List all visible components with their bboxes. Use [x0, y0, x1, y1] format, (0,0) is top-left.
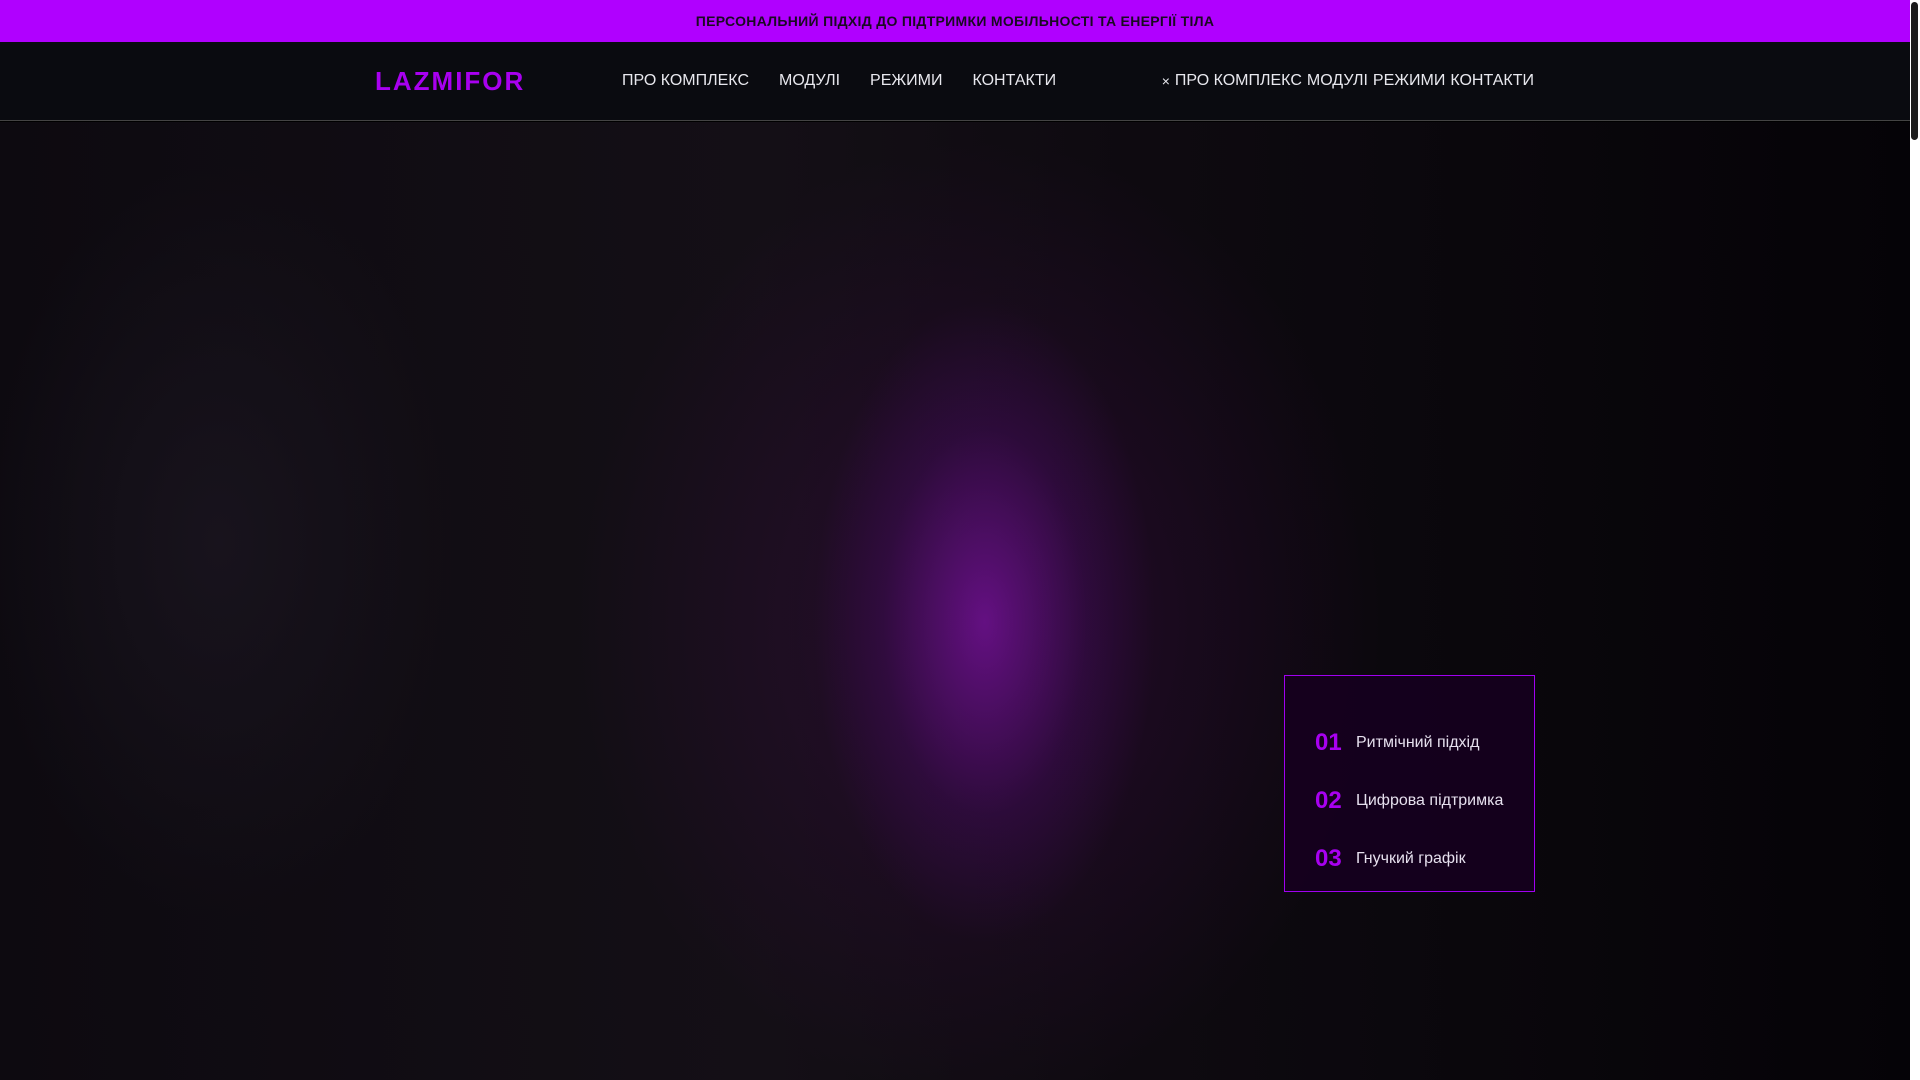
feature-item: 03 Гнучкий графік — [1315, 830, 1534, 888]
nav-modes[interactable]: РЕЖИМИ — [870, 72, 942, 90]
mobile-nav-modes[interactable]: РЕЖИМИ — [1373, 72, 1445, 90]
feature-label: Ритмічний підхід — [1356, 734, 1480, 751]
page: ПЕРСОНАЛЬНИЙ ПІДХІД ДО ПІДТРИМКИ МОБІЛЬН… — [0, 0, 1910, 1080]
nav-about[interactable]: ПРО КОМПЛЕКС — [622, 72, 749, 90]
features-card: 01 Ритмічний підхід 02 Цифрова підтримка 0… — [1284, 675, 1535, 892]
scrollbar-thumb[interactable] — [1911, 2, 1918, 140]
nav-modules[interactable]: МОДУЛІ — [779, 72, 840, 90]
feature-number: 03 — [1315, 845, 1342, 872]
feature-number: 01 — [1315, 729, 1342, 756]
nav-contacts[interactable]: КОНТАКТИ — [972, 72, 1056, 90]
hero-background-image: 01 Ритмічний підхід 02 Цифрова підтримка 0… — [0, 122, 1910, 1080]
site-header: LAZMIFOR ПРО КОМПЛЕКС МОДУЛІ РЕЖИМИ КОНТ… — [0, 42, 1910, 121]
mobile-nav-modules[interactable]: МОДУЛІ — [1307, 72, 1368, 90]
feature-label: Цифрова підтримка — [1356, 792, 1504, 809]
close-icon[interactable]: × — [1162, 73, 1170, 89]
mobile-nav: × ПРО КОМПЛЕКС МОДУЛІ РЕЖИМИ КОНТАКТИ — [1162, 72, 1534, 90]
mobile-nav-contacts[interactable]: КОНТАКТИ — [1450, 72, 1534, 90]
feature-label: Гнучкий графік — [1356, 850, 1466, 867]
scrollbar[interactable] — [1910, 0, 1920, 1080]
main-nav: ПРО КОМПЛЕКС МОДУЛІ РЕЖИМИ КОНТАКТИ — [622, 72, 1056, 90]
feature-item: 01 Ритмічний підхід — [1315, 714, 1534, 772]
logo[interactable]: LAZMIFOR — [375, 66, 525, 97]
feature-item: 02 Цифрова підтримка — [1315, 772, 1534, 830]
announcement-text: ПЕРСОНАЛЬНИЙ ПІДХІД ДО ПІДТРИМКИ МОБІЛЬН… — [695, 13, 1215, 29]
announcement-bar: ПЕРСОНАЛЬНИЙ ПІДХІД ДО ПІДТРИМКИ МОБІЛЬН… — [0, 0, 1910, 42]
feature-number: 02 — [1315, 787, 1342, 814]
mobile-nav-about[interactable]: ПРО КОМПЛЕКС — [1175, 72, 1302, 90]
